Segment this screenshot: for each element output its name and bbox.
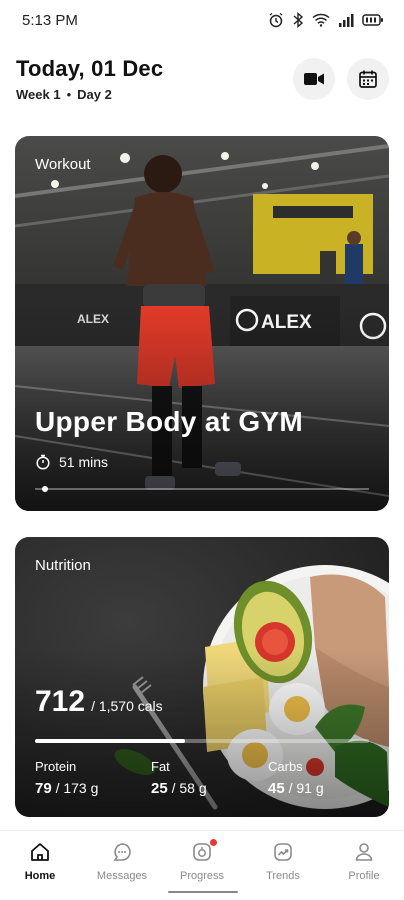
workout-duration: 51 mins	[35, 454, 108, 470]
alarm-icon	[269, 12, 283, 28]
protein-macro: Protein 79 / 173 g	[35, 759, 98, 797]
nav-profile-label: Profile	[348, 870, 380, 882]
calendar-icon	[359, 70, 377, 88]
nav-trends-label: Trends	[266, 870, 300, 882]
nav-profile[interactable]: Profile	[324, 839, 404, 882]
fat-amount: 25 / 58 g	[151, 780, 207, 797]
calories-value: 712	[35, 685, 86, 718]
carbs-label: Carbs	[268, 759, 303, 774]
nav-home[interactable]: Home	[0, 839, 80, 882]
calendar-button[interactable]	[347, 58, 389, 100]
protein-amount: 79 / 173 g	[35, 780, 98, 797]
protein-value: 79	[35, 780, 52, 797]
calories-line: 712 / 1,570 cals	[35, 685, 163, 719]
nutrition-label: Nutrition	[35, 557, 91, 574]
nav-home-label: Home	[24, 870, 56, 882]
calories-progress-fill	[35, 739, 186, 743]
duration-text: 51 mins	[59, 454, 109, 470]
home-icon	[31, 843, 49, 861]
nav-progress[interactable]: Progress	[162, 839, 242, 882]
video-camera-icon	[304, 73, 324, 85]
calories-total: / 1,570 cals	[91, 698, 163, 714]
week-label: Week 1	[16, 87, 61, 102]
status-time: 5:13 PM	[22, 11, 78, 29]
carbs-value: 45	[268, 780, 285, 797]
nav-progress-label: Progress	[179, 870, 225, 882]
nav-active-indicator	[168, 891, 238, 893]
carbs-amount: 45 / 91 g	[268, 780, 324, 797]
nav-messages[interactable]: Messages	[82, 839, 162, 882]
separator-dot: •	[66, 87, 72, 102]
wifi-icon	[312, 13, 330, 27]
signal-icon	[339, 14, 354, 27]
fat-macro: Fat 25 / 58 g	[151, 759, 207, 797]
workout-progress-bar	[35, 486, 369, 492]
chat-bubble-icon	[113, 843, 131, 861]
video-button[interactable]	[293, 58, 335, 100]
header: Today, 01 Dec Week 1 • Day 2	[16, 52, 389, 108]
protein-label: Protein	[35, 759, 77, 774]
fat-total: / 58 g	[171, 780, 207, 796]
notification-dot	[210, 839, 217, 846]
nutrition-card[interactable]: Nutrition 712 / 1,570 cals Protein 79 / …	[15, 537, 389, 817]
carbs-total: / 91 g	[288, 780, 324, 796]
workout-title: Upper Body at GYM	[35, 406, 304, 437]
workout-card[interactable]: ALEX ALEX Workout Upper Body at GYM 51 m…	[15, 136, 389, 511]
bluetooth-icon	[293, 12, 304, 28]
fat-value: 25	[151, 780, 168, 797]
stopwatch-icon	[36, 454, 50, 470]
protein-total: / 173 g	[55, 780, 99, 796]
person-icon	[355, 843, 373, 861]
nav-messages-label: Messages	[96, 870, 148, 882]
fat-label: Fat	[151, 759, 170, 774]
bottom-nav: Home Messages Progress Trends Profile	[0, 830, 404, 900]
battery-icon	[362, 14, 383, 26]
carbs-macro: Carbs 45 / 91 g	[268, 759, 324, 797]
calories-progress-bar	[35, 739, 369, 743]
week-day-line: Week 1 • Day 2	[16, 87, 112, 102]
page-title: Today, 01 Dec	[16, 56, 164, 81]
workout-label: Workout	[35, 156, 91, 173]
status-bar: 5:13 PM	[0, 0, 404, 40]
trends-icon	[274, 843, 292, 861]
nav-trends[interactable]: Trends	[243, 839, 323, 882]
status-icons	[268, 12, 384, 28]
day-label: Day 2	[77, 87, 112, 102]
workout-progress-dot	[41, 486, 48, 492]
